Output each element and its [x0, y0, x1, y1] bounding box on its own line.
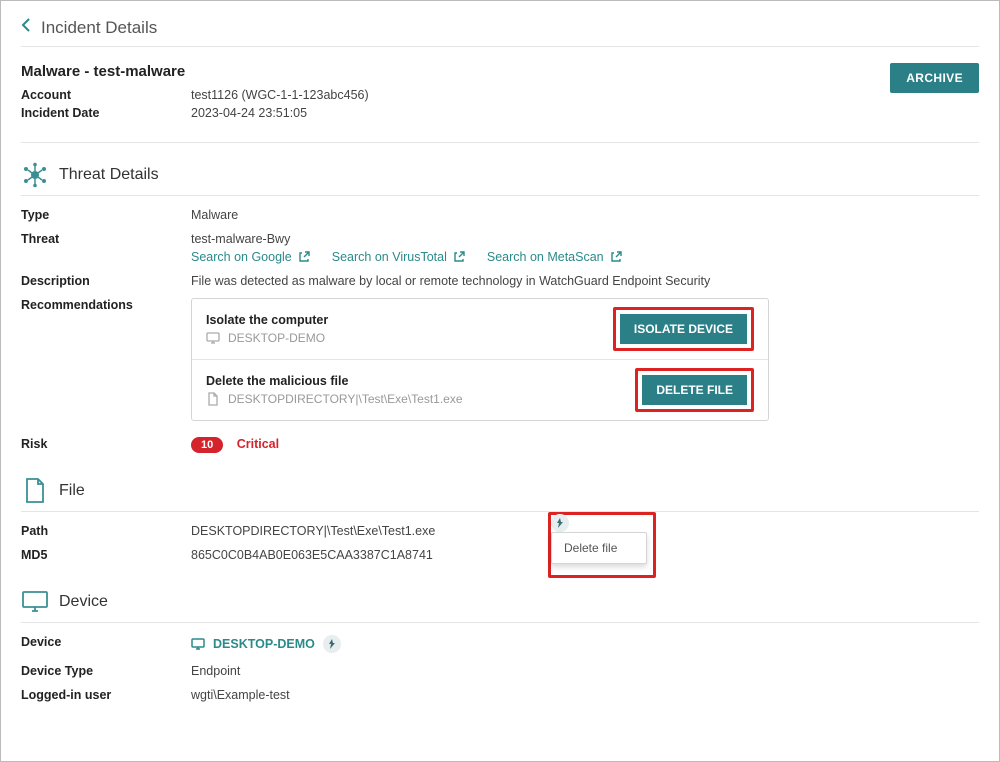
incident-date-value: 2023-04-24 23:51:05 [191, 106, 307, 120]
popover-delete-file[interactable]: Delete file [552, 533, 646, 563]
threat-section-header: Threat Details [21, 161, 979, 196]
recommendations-label: Recommendations [21, 298, 191, 312]
monitor-icon [191, 637, 205, 651]
external-link-icon [453, 251, 465, 263]
threat-label: Threat [21, 232, 191, 246]
incident-date-label: Incident Date [21, 106, 191, 120]
description-value: File was detected as malware by local or… [191, 274, 979, 288]
device-section-title: Device [59, 593, 108, 611]
type-label: Type [21, 208, 191, 222]
highlight-isolate: ISOLATE DEVICE [613, 307, 754, 351]
file-section-title: File [59, 482, 85, 500]
search-virustotal-link[interactable]: Search on VirusTotal [332, 250, 465, 264]
isolate-device-button[interactable]: ISOLATE DEVICE [620, 314, 747, 344]
external-link-icon [610, 251, 622, 263]
breadcrumb-title: Incident Details [41, 18, 157, 38]
search-metascan-link[interactable]: Search on MetaScan [487, 250, 622, 264]
rec-sub: DESKTOPDIRECTORY|\Test\Exe\Test1.exe [228, 392, 463, 406]
page-title: Malware - test-malware [21, 63, 369, 80]
rec-title: Delete the malicious file [206, 374, 635, 388]
search-google-label: Search on Google [191, 250, 292, 264]
breadcrumb: Incident Details [21, 17, 979, 47]
file-action-bolt-icon[interactable] [551, 514, 569, 532]
description-label: Description [21, 274, 191, 288]
recommendation-isolate: Isolate the computer DESKTOP-DEMO ISOLAT… [192, 299, 768, 359]
rec-title: Isolate the computer [206, 313, 613, 327]
delete-file-button[interactable]: DELETE FILE [642, 375, 747, 405]
device-link[interactable]: DESKTOP-DEMO [191, 635, 341, 653]
rec-sub: DESKTOP-DEMO [228, 331, 325, 345]
risk-level: Critical [237, 437, 279, 451]
search-google-link[interactable]: Search on Google [191, 250, 310, 264]
device-action-bolt-icon[interactable] [323, 635, 341, 653]
archive-button[interactable]: ARCHIVE [890, 63, 979, 93]
device-type-label: Device Type [21, 664, 191, 678]
risk-score-badge: 10 [191, 437, 223, 453]
device-section-header: Device [21, 588, 979, 623]
device-section-icon [21, 588, 49, 616]
file-section-icon [21, 477, 49, 505]
device-type-value: Endpoint [191, 664, 979, 678]
type-value: Malware [191, 208, 979, 222]
device-name: DESKTOP-DEMO [213, 637, 315, 651]
risk-label: Risk [21, 437, 191, 451]
monitor-icon [206, 331, 220, 345]
logged-in-user-label: Logged-in user [21, 688, 191, 702]
account-label: Account [21, 88, 191, 102]
back-icon[interactable] [21, 17, 31, 38]
path-label: Path [21, 524, 191, 538]
highlight-delete: DELETE FILE [635, 368, 754, 412]
recommendations-box: Isolate the computer DESKTOP-DEMO ISOLAT… [191, 298, 769, 421]
threat-section-title: Threat Details [59, 166, 159, 184]
file-icon [206, 392, 220, 406]
search-virustotal-label: Search on VirusTotal [332, 250, 447, 264]
file-action-popover: Delete file [551, 532, 647, 564]
threat-icon [21, 161, 49, 189]
path-value: DESKTOPDIRECTORY|\Test\Exe\Test1.exe [191, 524, 435, 538]
search-metascan-label: Search on MetaScan [487, 250, 604, 264]
divider [21, 142, 979, 143]
device-label: Device [21, 635, 191, 649]
file-section-header: File [21, 477, 979, 512]
md5-label: MD5 [21, 548, 191, 562]
logged-in-user-value: wgti\Example-test [191, 688, 979, 702]
recommendation-delete: Delete the malicious file DESKTOPDIRECTO… [192, 359, 768, 420]
external-link-icon [298, 251, 310, 263]
threat-value: test-malware-Bwy [191, 232, 979, 246]
account-value: test1126 (WGC-1-1-123abc456) [191, 88, 369, 102]
